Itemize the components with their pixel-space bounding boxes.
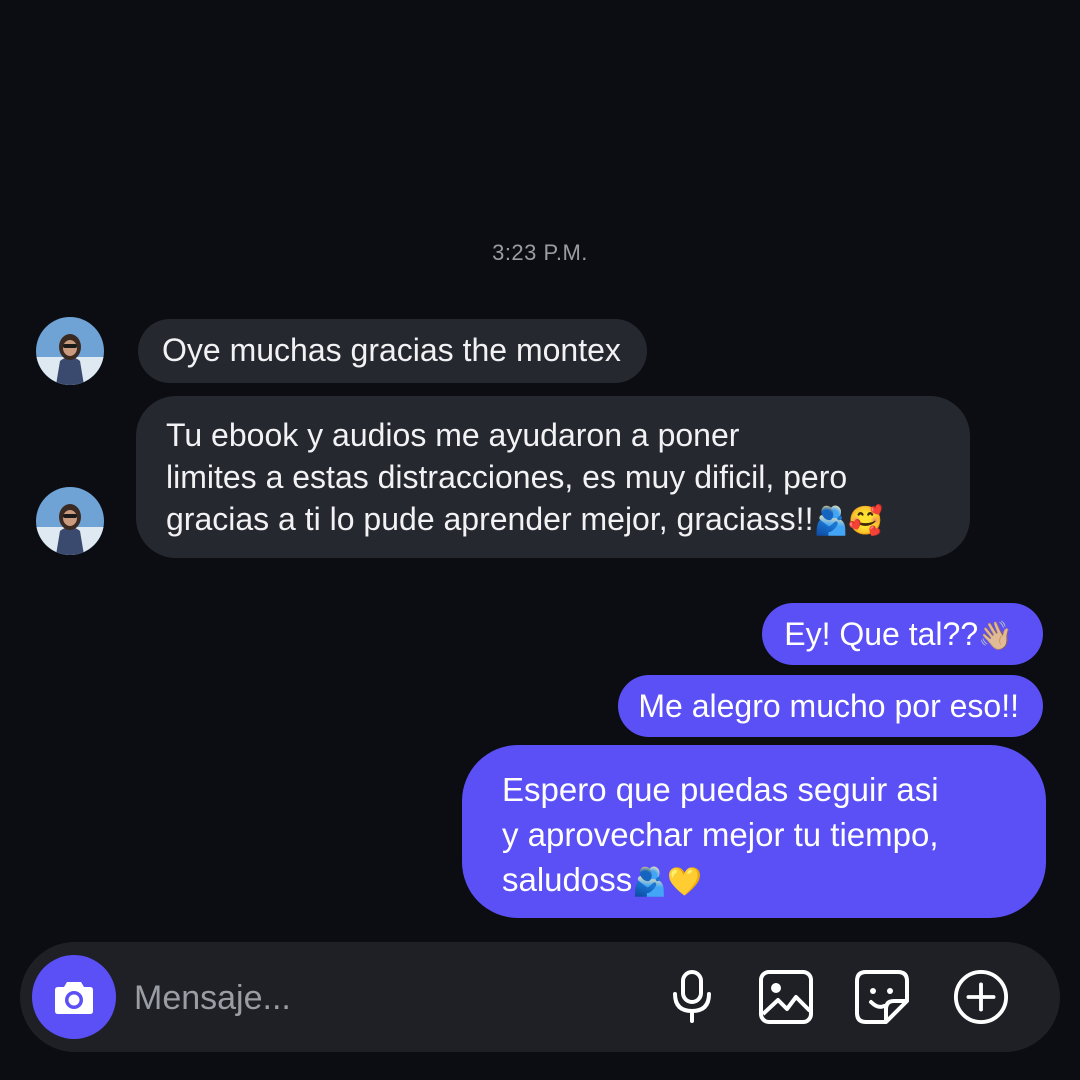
more-options-button[interactable] bbox=[953, 969, 1009, 1025]
camera-icon bbox=[55, 982, 93, 1014]
sent-message[interactable]: Me alegro mucho por eso!! bbox=[618, 675, 1043, 737]
received-message[interactable]: Tu ebook y audios me ayudaron a poner li… bbox=[136, 396, 970, 558]
sticker-button[interactable] bbox=[854, 969, 910, 1025]
gallery-button[interactable] bbox=[758, 969, 814, 1025]
message-line: saludoss bbox=[502, 861, 633, 898]
message-line: Espero que puedas seguir asi bbox=[502, 771, 939, 808]
contact-avatar[interactable] bbox=[36, 317, 104, 385]
received-message[interactable]: Oye muchas gracias the montex bbox=[138, 319, 647, 383]
message-text: Ey! Que tal?? bbox=[784, 616, 979, 652]
camera-button[interactable] bbox=[32, 955, 116, 1039]
message-line: Tu ebook y audios me ayudaron a poner bbox=[166, 417, 740, 453]
timestamp: 3:23 P.M. bbox=[492, 240, 588, 265]
message-composer bbox=[20, 942, 1060, 1052]
sent-message[interactable]: Espero que puedas seguir asi y aprovecha… bbox=[462, 745, 1046, 918]
message-line: y aprovechar mejor tu tiempo, bbox=[502, 816, 939, 853]
message-text: Oye muchas gracias the montex bbox=[162, 332, 621, 368]
message-text: Me alegro mucho por eso!! bbox=[638, 688, 1019, 724]
gallery-icon bbox=[759, 970, 813, 1024]
wave-emoji-icon: 👋🏼 bbox=[978, 619, 1013, 652]
sticker-icon bbox=[855, 970, 909, 1024]
message-input[interactable] bbox=[132, 972, 636, 1024]
contact-avatar[interactable] bbox=[36, 487, 104, 555]
sent-message[interactable]: Ey! Que tal??👋🏼 bbox=[762, 603, 1043, 665]
hug-heart-emoji-icon: 🫂💛 bbox=[632, 865, 702, 898]
microphone-icon bbox=[673, 970, 711, 1023]
microphone-button[interactable] bbox=[664, 969, 720, 1025]
plus-circle-icon bbox=[953, 969, 1009, 1025]
message-line: gracias a ti lo pude aprender mejor, gra… bbox=[166, 501, 814, 537]
message-line: limites a estas distracciones, es muy di… bbox=[166, 459, 848, 495]
hug-heart-emoji-icon: 🫂🥰 bbox=[813, 504, 884, 537]
